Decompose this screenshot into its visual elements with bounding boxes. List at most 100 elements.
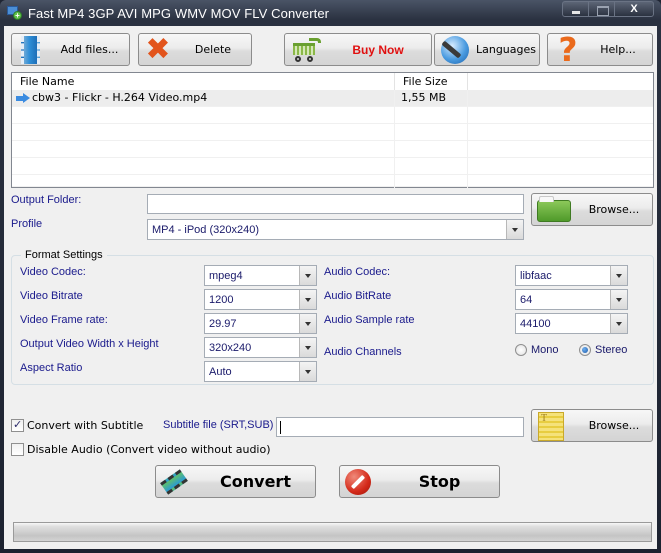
empty-row: [12, 107, 653, 124]
browse-subtitle-label: Browse...: [588, 419, 640, 432]
video-bitrate-select[interactable]: 1200: [204, 289, 317, 310]
maximize-button[interactable]: [589, 2, 615, 16]
delete-label: Delete: [194, 43, 232, 56]
globe-pen-icon: [441, 36, 469, 64]
browse-output-label: Browse...: [588, 203, 640, 216]
folder-icon: [537, 196, 571, 222]
file-list[interactable]: File Name File Size cbw3 - Flickr - H.26…: [11, 72, 654, 191]
output-folder-input[interactable]: [147, 194, 524, 214]
audio-codec-value: libfaac: [520, 269, 552, 282]
audio-bitrate-label: Audio BitRate: [324, 290, 392, 302]
radio-stereo-indicator: [579, 344, 591, 356]
chevron-down-icon[interactable]: [299, 290, 316, 309]
add-files-label: Add files...: [60, 43, 119, 56]
convert-label: Convert: [220, 472, 291, 491]
audio-codec-select[interactable]: libfaac: [515, 265, 628, 286]
buy-now-button[interactable]: Buy Now: [284, 33, 432, 66]
subtitle-file-input[interactable]: [276, 417, 524, 437]
add-files-button[interactable]: Add files...: [11, 33, 130, 66]
empty-row: [12, 141, 653, 158]
browse-subtitle-button[interactable]: Browse...: [531, 409, 653, 442]
format-settings-title: Format Settings: [21, 249, 107, 261]
video-frame-rate-value: 29.97: [209, 317, 237, 330]
stop-sign-icon: [345, 469, 371, 495]
app-icon: +: [7, 6, 22, 20]
chevron-down-icon[interactable]: [299, 362, 316, 381]
minimize-button[interactable]: [563, 2, 589, 16]
main-panel: Add files... ✖ Delete Buy Now Languages …: [4, 26, 657, 549]
chevron-down-icon[interactable]: [610, 314, 627, 333]
audio-sample-rate-select[interactable]: 44100: [515, 313, 628, 334]
help-label: Help...: [600, 43, 636, 56]
arrow-right-icon: [16, 93, 30, 103]
empty-row: [12, 124, 653, 141]
audio-sample-rate-value: 44100: [520, 317, 551, 330]
column-header-empty: [468, 73, 653, 90]
video-size-select[interactable]: 320x240: [204, 337, 317, 358]
shopping-cart-icon: [291, 37, 321, 63]
stop-label: Stop: [418, 472, 461, 491]
aspect-ratio-label: Aspect Ratio: [20, 362, 83, 374]
chevron-down-icon[interactable]: [299, 338, 316, 357]
audio-codec-label: Audio Codec:: [324, 266, 391, 278]
browse-output-button[interactable]: Browse...: [531, 193, 653, 226]
chevron-down-icon[interactable]: [610, 290, 627, 309]
video-codec-select[interactable]: mpeg4: [204, 265, 317, 286]
file-name-cell: cbw3 - Flickr - H.264 Video.mp4: [12, 90, 395, 106]
audio-sample-rate-label: Audio Sample rate: [324, 314, 415, 326]
stop-button[interactable]: Stop: [339, 465, 500, 498]
empty-row: [12, 158, 653, 175]
radio-stereo[interactable]: Stereo: [579, 344, 627, 356]
file-size-cell: 1,55 MB: [395, 90, 468, 106]
video-bitrate-label: Video Bitrate: [20, 290, 83, 302]
disable-audio-checkbox[interactable]: Disable Audio (Convert video without aud…: [11, 443, 271, 456]
aspect-ratio-value: Auto: [209, 365, 232, 378]
help-button[interactable]: ? Help...: [547, 33, 653, 66]
convert-with-subtitle-checkbox[interactable]: Convert with Subtitle: [11, 418, 144, 432]
chevron-down-icon[interactable]: [610, 266, 627, 285]
radio-mono[interactable]: Mono: [515, 344, 559, 356]
column-header-file-size[interactable]: File Size: [395, 73, 468, 90]
profile-value: MP4 - iPod (320x240): [152, 223, 259, 236]
convert-button[interactable]: Convert: [155, 465, 316, 498]
checkbox-checked: [11, 418, 24, 432]
disable-audio-label: Disable Audio (Convert video without aud…: [27, 443, 271, 456]
text-caret: [280, 421, 281, 434]
column-header-file-name[interactable]: File Name: [12, 73, 395, 90]
file-name: cbw3 - Flickr - H.264 Video.mp4: [32, 91, 208, 104]
chevron-down-icon[interactable]: [299, 314, 316, 333]
file-row-filler: [468, 90, 653, 106]
window-title: Fast MP4 3GP AVI MPG WMV MOV FLV Convert…: [28, 6, 330, 21]
chevron-down-icon[interactable]: [506, 220, 523, 239]
video-size-label: Output Video Width x Height: [20, 338, 159, 350]
file-row[interactable]: cbw3 - Flickr - H.264 Video.mp4 1,55 MB: [12, 90, 653, 107]
checkbox-unchecked: [11, 443, 24, 456]
audio-bitrate-select[interactable]: 64: [515, 289, 628, 310]
video-codec-label: Video Codec:: [20, 266, 86, 278]
buy-now-label: Buy Now: [352, 42, 404, 57]
delete-button[interactable]: ✖ Delete: [138, 33, 252, 66]
file-list-header: File Name File Size: [12, 73, 653, 90]
progress-bar: [13, 522, 652, 542]
title-bar[interactable]: + Fast MP4 3GP AVI MPG WMV MOV FLV Conve…: [0, 0, 661, 26]
close-button[interactable]: X: [615, 2, 653, 16]
video-frame-rate-select[interactable]: 29.97: [204, 313, 317, 334]
film-convert-icon: [159, 469, 188, 495]
video-codec-value: mpeg4: [209, 269, 243, 282]
radio-stereo-label: Stereo: [595, 344, 628, 356]
chevron-down-icon[interactable]: [299, 266, 316, 285]
languages-button[interactable]: Languages: [434, 33, 540, 66]
aspect-ratio-select[interactable]: Auto: [204, 361, 317, 382]
video-size-value: 320x240: [209, 341, 252, 354]
profile-select[interactable]: MP4 - iPod (320x240): [147, 219, 524, 240]
languages-label: Languages: [475, 43, 537, 56]
app-window: + Fast MP4 3GP AVI MPG WMV MOV FLV Conve…: [0, 0, 661, 553]
convert-with-subtitle-label: Convert with Subtitle: [27, 419, 144, 432]
window-controls: X: [562, 1, 654, 17]
audio-bitrate-value: 64: [520, 293, 533, 306]
radio-mono-label: Mono: [531, 344, 559, 356]
profile-label: Profile: [11, 218, 43, 230]
video-bitrate-value: 1200: [209, 293, 234, 306]
question-mark-icon: ?: [558, 30, 578, 69]
subtitle-file-label: Subtitle file (SRT,SUB): [163, 419, 274, 431]
